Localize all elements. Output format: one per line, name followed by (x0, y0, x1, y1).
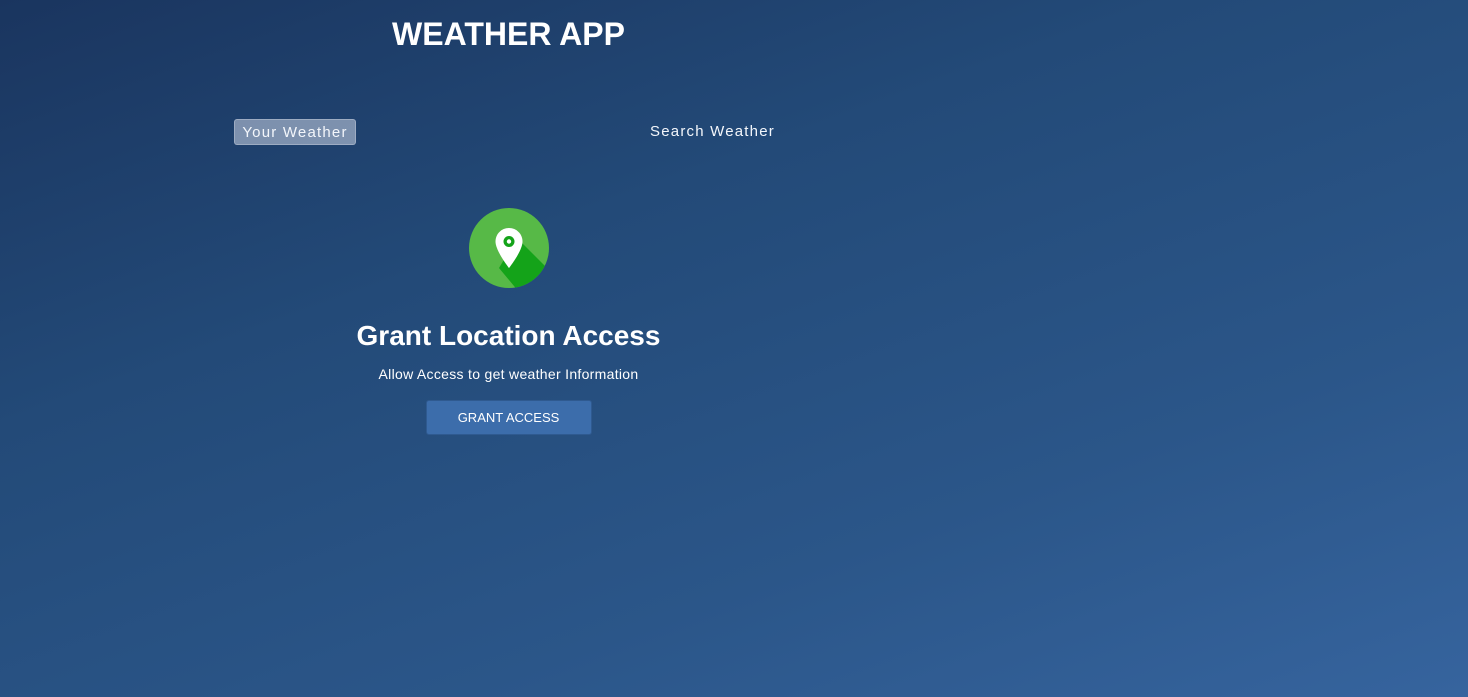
grant-location-container: Grant Location Access Allow Access to ge… (0, 208, 1017, 435)
grant-heading: Grant Location Access (356, 320, 661, 351)
tab-your-weather[interactable]: Your Weather (234, 119, 356, 145)
tab-search-weather[interactable]: Search Weather (640, 119, 785, 145)
location-pin-icon (468, 208, 549, 288)
grant-access-button[interactable]: GRANT ACCESS (425, 400, 592, 435)
app-title: WEATHER APP (392, 16, 625, 52)
grant-subtitle: Allow Access to get weather Information (378, 366, 639, 382)
